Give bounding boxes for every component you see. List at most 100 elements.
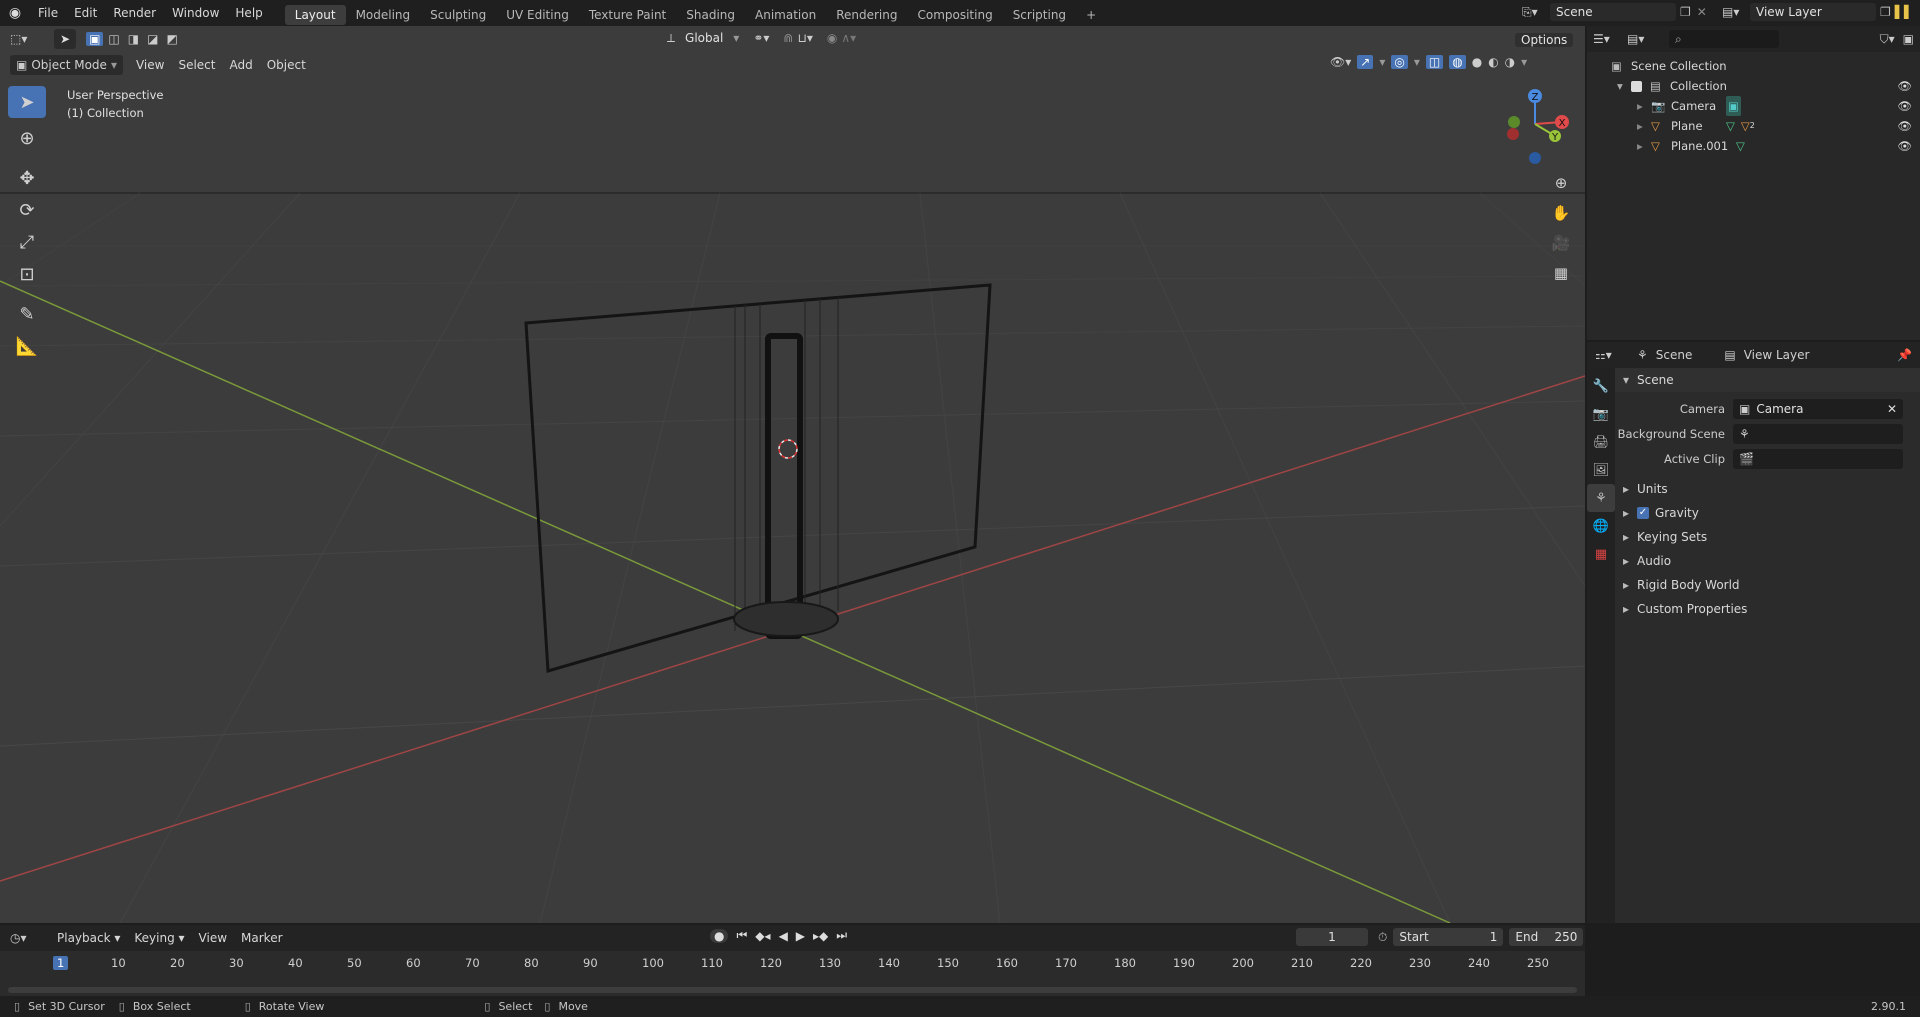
x-neg-axis-icon[interactable] xyxy=(1507,128,1519,140)
select-box-tool-icon[interactable]: ➤ xyxy=(8,86,46,118)
remove-scene-icon[interactable]: ✕ xyxy=(1697,5,1707,19)
properties-editor-type-icon[interactable]: ⚏▾ xyxy=(1595,348,1625,362)
eye-icon[interactable]: 👁 xyxy=(1897,116,1912,136)
jump-start-icon[interactable]: ⏮ xyxy=(736,928,747,943)
gizmo-toggle-icon[interactable]: ↗ xyxy=(1357,55,1374,69)
output-tab-icon[interactable]: 🖨 xyxy=(1587,428,1615,456)
navigation-gizmo[interactable]: Z X Y xyxy=(1500,86,1570,166)
outliner-search-input[interactable]: ⌕ xyxy=(1669,30,1779,48)
menu-edit[interactable]: Edit xyxy=(66,0,105,26)
filter-icon[interactable]: ⛉▾ xyxy=(1880,32,1895,47)
cursor-tool-icon[interactable]: ⊕ xyxy=(8,122,46,154)
keying-sets-panel-header[interactable]: ▸ Keying Sets xyxy=(1615,525,1920,549)
menu-marker[interactable]: Marker xyxy=(234,931,289,945)
editor-type-icon[interactable]: ⬚▾ xyxy=(10,32,36,46)
copy-scene-icon[interactable]: ❐ xyxy=(1680,5,1691,19)
measure-tool-icon[interactable]: 📐 xyxy=(8,330,46,362)
play-icon[interactable]: ▶ xyxy=(796,929,805,943)
timeline-editor-type-icon[interactable]: ◷▾ xyxy=(10,931,40,945)
view-layer-field[interactable]: View Layer xyxy=(1750,3,1876,21)
context-scene-label[interactable]: Scene xyxy=(1656,348,1693,362)
chevron-down-icon[interactable]: ▾ xyxy=(1521,55,1527,69)
solid-shading-icon[interactable]: ● xyxy=(1472,55,1482,69)
pan-hand-icon[interactable]: ✋ xyxy=(1548,200,1574,226)
outliner-row-plane-001[interactable]: ▸ ▽ Plane.001 ▽ 👁 xyxy=(1587,136,1920,156)
tab-animation[interactable]: Animation xyxy=(745,5,826,25)
menu-render[interactable]: Render xyxy=(105,0,164,26)
scale-tool-icon[interactable]: ⤢ xyxy=(8,226,46,258)
expand-icon[interactable]: ▸ xyxy=(1637,136,1651,156)
world-tab-icon[interactable]: 🌐 xyxy=(1587,512,1615,540)
custom-properties-panel-header[interactable]: ▸ Custom Properties xyxy=(1615,597,1920,621)
frame-ruler[interactable]: 1 10 20 30 40 50 60 70 80 90 100 110 120 130 140 150 160… xyxy=(0,951,1585,977)
select-invert-icon[interactable]: ◪ xyxy=(144,32,161,46)
display-mode-icon[interactable]: ▤▾ xyxy=(1627,32,1655,46)
tab-modeling[interactable]: Modeling xyxy=(346,5,421,25)
rigid-body-world-panel-header[interactable]: ▸ Rigid Body World xyxy=(1615,573,1920,597)
context-view-layer-label[interactable]: View Layer xyxy=(1744,348,1810,362)
move-tool-icon[interactable]: ✥ xyxy=(8,162,46,194)
gravity-panel-header[interactable]: ▸ ✓ Gravity xyxy=(1615,501,1920,525)
tweak-tool-icon[interactable]: ➤ xyxy=(57,32,73,46)
rotate-tool-icon[interactable]: ⟳ xyxy=(8,194,46,226)
pivot-icon[interactable]: ⚭▾ xyxy=(753,31,769,45)
scene-name-field[interactable]: Scene xyxy=(1550,3,1676,21)
zoom-icon[interactable]: ⊕ xyxy=(1548,170,1574,196)
eye-icon[interactable]: 👁 xyxy=(1897,136,1912,156)
menu-add[interactable]: Add xyxy=(222,58,259,72)
scene-panel-header[interactable]: ▾ Scene xyxy=(1615,368,1920,392)
expand-icon[interactable]: ▾ xyxy=(1617,76,1631,96)
menu-keying[interactable]: Keying ▾ xyxy=(127,931,191,945)
perspective-toggle-icon[interactable]: ▦ xyxy=(1548,260,1574,286)
new-collection-icon[interactable]: ▣ xyxy=(1903,32,1914,46)
tab-rendering[interactable]: Rendering xyxy=(826,5,907,25)
add-workspace-button[interactable]: + xyxy=(1076,5,1106,25)
menu-help[interactable]: Help xyxy=(227,0,270,26)
gravity-checkbox[interactable]: ✓ xyxy=(1637,507,1649,519)
material-shading-icon[interactable]: ◐ xyxy=(1488,55,1498,69)
menu-file[interactable]: File xyxy=(30,0,66,26)
mode-selector[interactable]: ▣ Object Mode ▾ xyxy=(10,55,123,75)
outliner-row-camera[interactable]: ▸ 📷 Camera ▣ 👁 xyxy=(1587,96,1920,116)
visibility-icon[interactable]: 👁▾ xyxy=(1330,55,1351,69)
falloff-icon[interactable]: ∧▾ xyxy=(841,31,856,45)
orientation-icon[interactable]: ⟂ xyxy=(667,31,675,46)
menu-object[interactable]: Object xyxy=(260,58,313,72)
start-frame-field[interactable]: Start 1 xyxy=(1393,928,1504,946)
tab-layout[interactable]: Layout xyxy=(284,4,346,25)
camera-view-icon[interactable]: 🎥 xyxy=(1548,230,1574,256)
pin-icon[interactable]: 📌 xyxy=(1897,348,1912,362)
texture-tab-icon[interactable]: ▦ xyxy=(1587,540,1615,568)
menu-window[interactable]: Window xyxy=(164,0,227,26)
end-frame-field[interactable]: End 250 xyxy=(1509,928,1584,946)
outliner-row-plane[interactable]: ▸ ▽ Plane ▽ ▽ 2 👁 xyxy=(1587,116,1920,136)
clear-icon[interactable]: ✕ xyxy=(1887,399,1897,419)
y-neg-axis-icon[interactable] xyxy=(1508,116,1520,128)
eye-icon[interactable]: 👁 xyxy=(1897,76,1912,96)
select-subtract-icon[interactable]: ◨ xyxy=(125,32,142,46)
3d-viewport[interactable] xyxy=(0,26,1585,923)
tab-shading[interactable]: Shading xyxy=(676,5,745,25)
prev-keyframe-icon[interactable]: ◆◂ xyxy=(755,929,770,943)
record-icon[interactable]: ● xyxy=(710,928,729,943)
outliner-editor-type-icon[interactable]: ☰▾ xyxy=(1593,32,1621,46)
overlays-icon[interactable]: ◎ xyxy=(1391,55,1408,69)
units-panel-header[interactable]: ▸ Units xyxy=(1615,477,1920,501)
tab-sculpting[interactable]: Sculpting xyxy=(420,5,496,25)
current-frame-marker[interactable]: 1 xyxy=(53,956,69,970)
menu-playback[interactable]: Playback ▾ xyxy=(50,931,127,945)
tab-scripting[interactable]: Scripting xyxy=(1003,5,1076,25)
outliner-row-scene-collection[interactable]: ▣ Scene Collection xyxy=(1587,56,1920,76)
remove-view-layer-icon[interactable]: ▌▌ xyxy=(1895,5,1913,19)
outliner-row-collection[interactable]: ▾ ▤ Collection 👁 xyxy=(1587,76,1920,96)
z-neg-axis-icon[interactable] xyxy=(1529,152,1541,164)
collection-checkbox[interactable] xyxy=(1631,80,1642,92)
menu-timeline-view[interactable]: View xyxy=(192,931,234,945)
tab-texture-paint[interactable]: Texture Paint xyxy=(579,5,676,25)
snap-target-icon[interactable]: ⊔▾ xyxy=(797,31,812,45)
preview-range-icon[interactable]: ⏱ xyxy=(1378,930,1387,945)
camera-field[interactable]: ▣ Camera ✕ xyxy=(1733,398,1903,419)
view-layer-tab-icon[interactable]: 🖼 xyxy=(1587,456,1615,484)
copy-view-layer-icon[interactable]: ❐ xyxy=(1880,5,1891,19)
wireframe-shading-icon[interactable]: ◍ xyxy=(1449,55,1466,69)
